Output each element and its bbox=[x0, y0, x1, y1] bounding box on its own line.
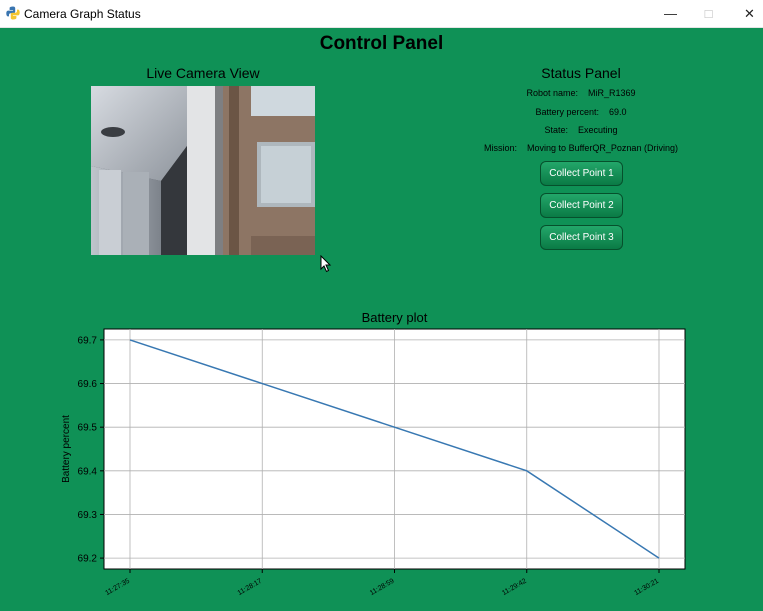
x-tick-label: 11:28:59 bbox=[369, 578, 396, 597]
y-tick-label: 69.2 bbox=[78, 554, 98, 565]
x-tick-label: 11:29:42 bbox=[501, 578, 528, 597]
y-tick-label: 69.6 bbox=[78, 379, 98, 390]
x-tick-label: 11:27:35 bbox=[104, 578, 131, 597]
y-tick-label: 69.3 bbox=[78, 510, 98, 521]
title-bar: Camera Graph Status — □ ✕ bbox=[0, 0, 763, 28]
y-tick-label: 69.4 bbox=[78, 466, 98, 477]
x-tick-label: 11:30:21 bbox=[633, 578, 660, 597]
window-title: Camera Graph Status bbox=[24, 7, 141, 21]
python-app-icon bbox=[6, 6, 20, 20]
maximize-button[interactable]: □ bbox=[686, 0, 731, 27]
close-button[interactable]: ✕ bbox=[727, 0, 763, 27]
maximize-icon: □ bbox=[704, 6, 713, 21]
y-tick-label: 69.5 bbox=[78, 423, 98, 434]
main-window: Control Panel Live Camera View Status Pa… bbox=[0, 28, 763, 611]
minimize-icon: — bbox=[664, 6, 677, 21]
x-tick-label: 11:28:17 bbox=[237, 578, 264, 597]
y-tick-label: 69.7 bbox=[78, 335, 98, 346]
close-icon: ✕ bbox=[744, 5, 755, 21]
y-axis-label: Battery percent bbox=[61, 415, 72, 483]
battery-chart: 69.2 69.3 69.4 69.5 69.6 69.7 11:27:35 11:28:17… bbox=[61, 328, 686, 597]
